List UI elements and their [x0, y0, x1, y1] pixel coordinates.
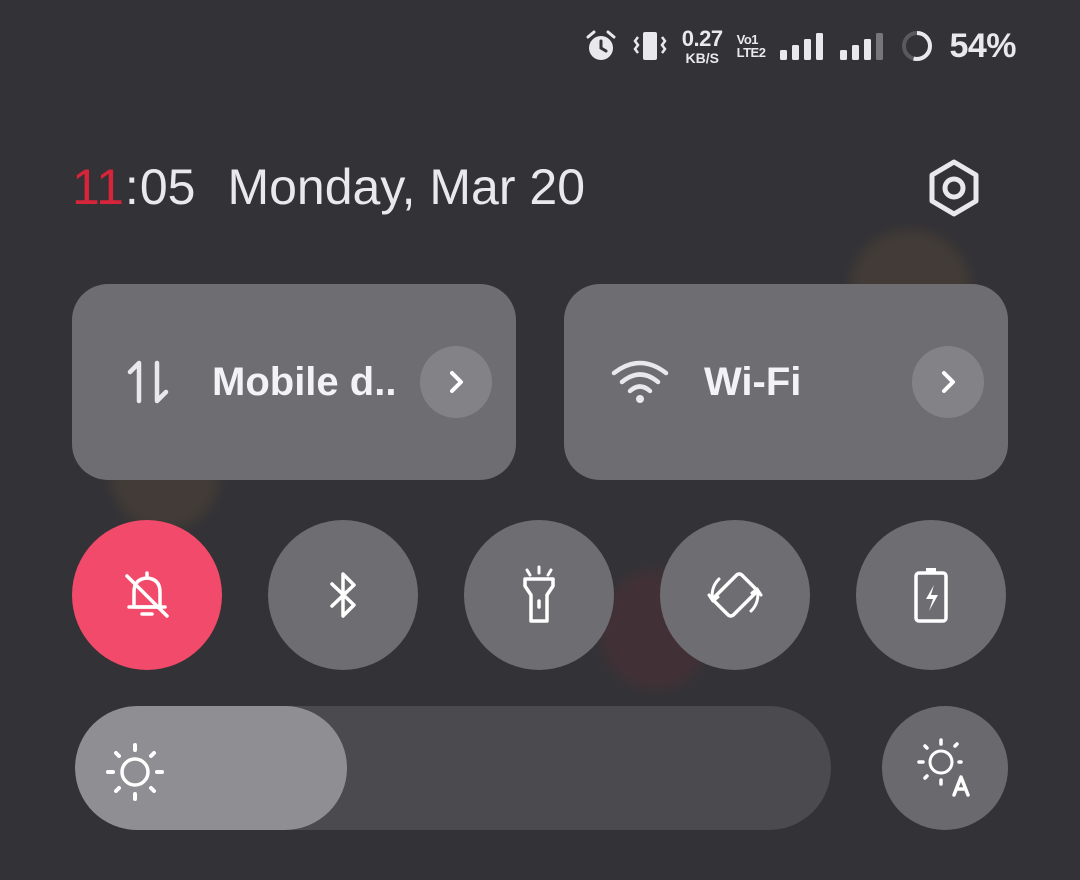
date-label[interactable]: Monday, Mar 20 [227, 158, 585, 216]
wifi-label: Wi-Fi [704, 359, 802, 404]
status-bar: 0.27 KB/S Vo1 LTE2 54% [584, 24, 1016, 68]
silent-mode-toggle[interactable] [72, 520, 222, 670]
clock-separator: : [124, 159, 139, 215]
clock-minutes[interactable]: 05 [140, 158, 196, 216]
bluetooth-icon [330, 572, 356, 618]
wifi-expand-button[interactable] [912, 346, 984, 418]
mobile-data-tile[interactable]: Mobile d.. [72, 284, 516, 480]
network-speed-unit: KB/S [685, 49, 719, 66]
chevron-right-icon [450, 371, 463, 393]
rotate-icon [707, 572, 763, 618]
vibrate-icon [632, 29, 668, 63]
wifi-tile[interactable]: Wi-Fi [564, 284, 1008, 480]
battery-ring-icon [899, 28, 935, 64]
battery-percent: 54% [949, 26, 1016, 65]
bluetooth-toggle[interactable] [268, 520, 418, 670]
battery-charging-icon [914, 568, 948, 623]
auto-rotate-toggle[interactable] [660, 520, 810, 670]
quick-settings-header: 11:05 Monday, Mar 20 [72, 158, 585, 220]
volte-sim-bottom: 2 [758, 45, 766, 60]
auto-brightness-button[interactable] [882, 706, 1008, 830]
network-speed-value: 0.27 [681, 25, 723, 51]
mobile-data-expand-button[interactable] [420, 346, 492, 418]
mobile-data-label: Mobile d.. [212, 359, 397, 404]
alarm-icon [584, 29, 618, 63]
volte-indicator: Vo1 LTE2 [737, 33, 766, 59]
bell-off-icon [125, 571, 169, 618]
signal-sim2-icon [839, 31, 885, 61]
volte-bottom-label: LTE [736, 45, 760, 60]
wifi-icon [610, 352, 670, 412]
mobile-data-icon [118, 352, 178, 412]
flashlight-toggle[interactable] [464, 520, 614, 670]
brightness-slider[interactable] [75, 706, 831, 830]
battery-saver-toggle[interactable] [856, 520, 1006, 670]
signal-sim1-icon [779, 31, 825, 61]
settings-button[interactable] [924, 158, 984, 218]
chevron-right-icon [942, 371, 955, 393]
gear-icon [929, 159, 979, 217]
flashlight-icon [523, 565, 555, 623]
auto-brightness-icon [917, 738, 970, 797]
clock-hours[interactable]: 11 [72, 158, 124, 216]
sun-icon [106, 743, 164, 801]
network-speed: 0.27 KB/S [681, 25, 723, 66]
